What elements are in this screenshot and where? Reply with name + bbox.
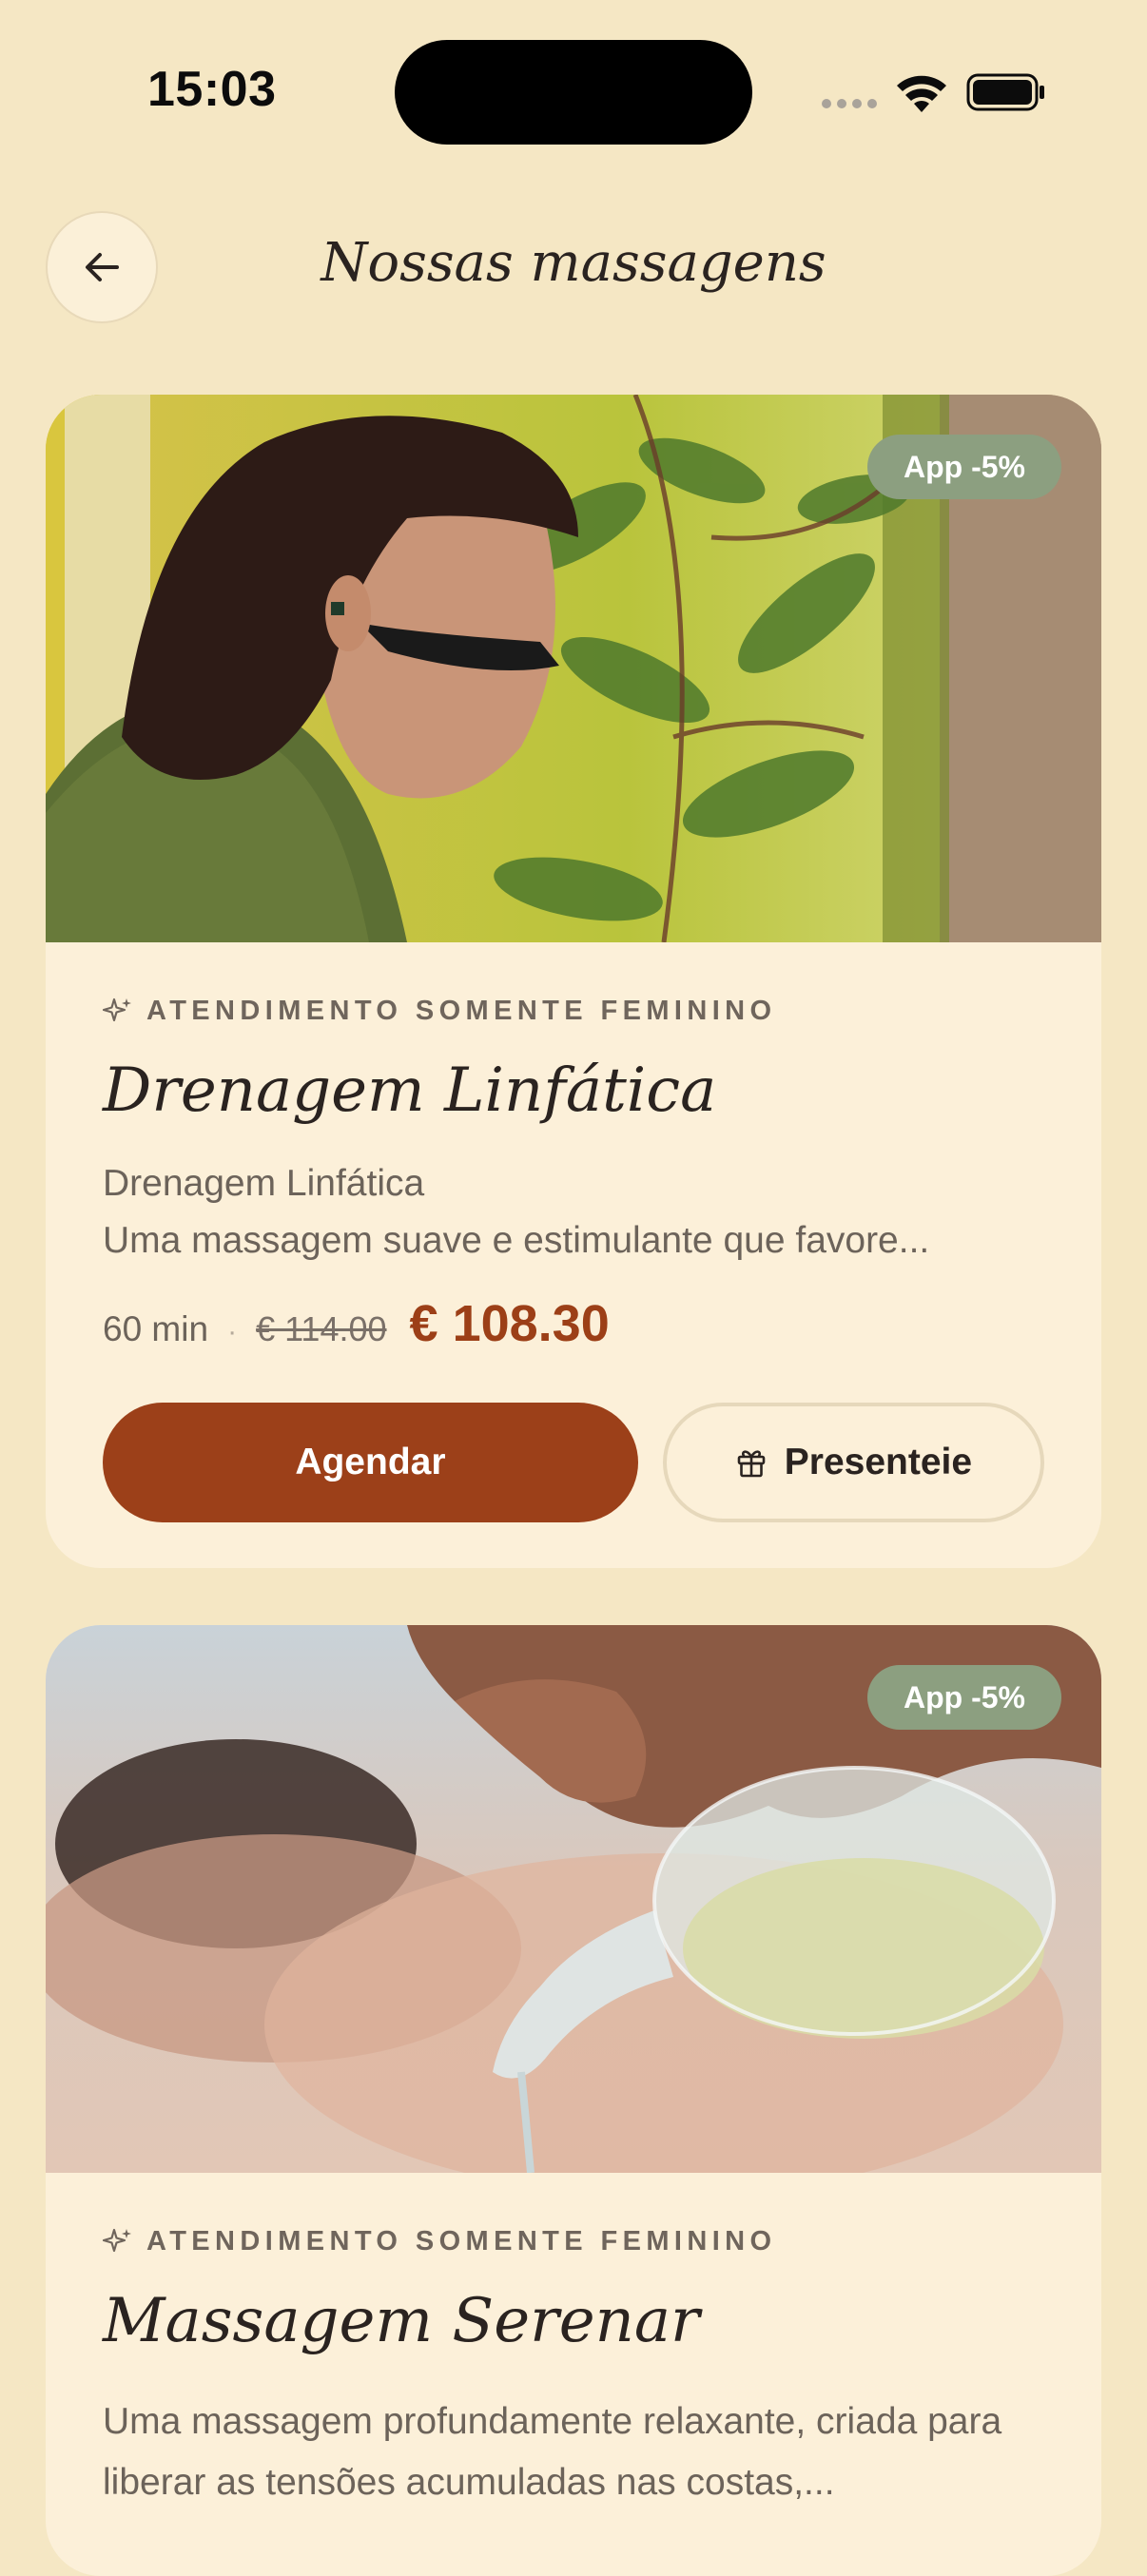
- duration: 60 min: [103, 1309, 209, 1348]
- status-time: 15:03: [147, 62, 277, 117]
- card-description: Uma massagem suave e estimulante que fav…: [103, 1220, 930, 1261]
- card-body: ATENDIMENTO SOMENTE FEMININO Drenagem Li…: [46, 992, 1101, 1522]
- app-discount-badge: App -5%: [867, 435, 1061, 499]
- women-only-tag: ATENDIMENTO SOMENTE FEMININO: [103, 992, 1044, 1030]
- card-description: Uma massagem profundamente relaxante, cr…: [103, 2401, 1002, 2503]
- status-bar: 15:03: [0, 0, 1147, 181]
- gift-icon: [737, 1450, 766, 1478]
- card-body: ATENDIMENTO SOMENTE FEMININO Massagem Se…: [46, 2222, 1101, 2513]
- card-title: Massagem Serenar: [103, 2286, 700, 2356]
- gift-button[interactable]: Presenteie: [662, 1403, 1044, 1522]
- tag-label: ATENDIMENTO SOMENTE FEMININO: [146, 995, 777, 1026]
- sparkle-icon: [103, 2228, 131, 2253]
- tag-label: ATENDIMENTO SOMENTE FEMININO: [146, 2225, 777, 2256]
- wifi-icon: [897, 75, 946, 112]
- card-subtitle: Drenagem Linfática: [103, 1163, 425, 1204]
- original-price: € 114.00: [256, 1309, 387, 1348]
- dynamic-island: [395, 40, 752, 145]
- app-discount-badge: App -5%: [867, 1665, 1061, 1730]
- card-photo-serenar: App -5%: [46, 1625, 1101, 2173]
- cellular-signal-icon: [822, 99, 877, 108]
- discounted-price: € 108.30: [409, 1295, 610, 1352]
- sparkle-icon: [103, 997, 131, 1022]
- card-actions: Agendar Presenteie: [103, 1403, 1044, 1522]
- page-title: Nossas massagens: [321, 232, 826, 294]
- battery-icon: [966, 73, 1044, 111]
- massage-card-drenagem[interactable]: App -5% ATENDIMENTO SOMENTE FEMININO Dre…: [46, 395, 1101, 1568]
- gift-button-label: Presenteie: [784, 1442, 973, 1482]
- women-only-tag: ATENDIMENTO SOMENTE FEMININO: [103, 2222, 1044, 2260]
- card-title: Drenagem Linfática: [103, 1056, 717, 1126]
- separator-dot: ·: [227, 1316, 238, 1347]
- price-row: 60 min · € 114.00 € 108.30: [103, 1294, 1044, 1363]
- book-button[interactable]: Agendar: [103, 1403, 638, 1522]
- massage-card-serenar[interactable]: App -5% ATENDIMENTO SOMENTE FEMININO Mas…: [46, 1625, 1101, 2576]
- card-photo-drenagem: App -5%: [46, 395, 1101, 942]
